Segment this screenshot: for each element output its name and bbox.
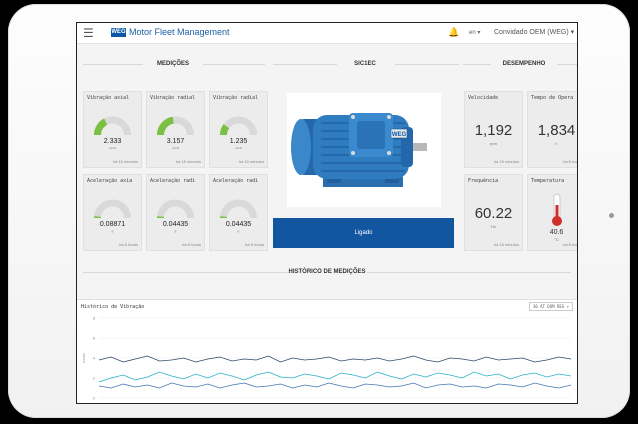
gauge-icon [220, 116, 257, 136]
chart-series-line [98, 371, 572, 383]
performance-unit: rpm [490, 141, 497, 146]
electric-motor-icon: WEG [291, 113, 427, 187]
gauge-card[interactable]: Vibração axial 2.333 mm/s há 15 minutos [83, 91, 142, 168]
gauge-title: Vibração radial [213, 95, 259, 101]
performance-title: Velocidade [468, 95, 499, 101]
thermometer-icon [552, 193, 562, 226]
performance-value: 40.6 [549, 229, 564, 236]
gauge-card[interactable]: Vibração radial 1.235 mm/s há 15 minutos [209, 91, 268, 168]
language-select[interactable]: en ▾ [469, 29, 480, 36]
gauge-card[interactable]: Aceleração radi 0.04435 g há 8 horas [146, 174, 205, 251]
gauge-unit: mm/s [171, 146, 180, 150]
performance-unit: h [555, 141, 558, 146]
divider [395, 64, 459, 65]
gauge-card[interactable]: Aceleração axia 0.08871 g há 8 horas [83, 174, 142, 251]
chart-series-line [98, 355, 572, 363]
gauge-timestamp: há 8 horas [245, 242, 264, 247]
chart-y-tick: 8 [93, 316, 96, 321]
menu-icon[interactable]: ☰ [83, 27, 94, 39]
performance-value: 60.22 [474, 205, 513, 222]
gauge-title: Aceleração radi [150, 178, 196, 184]
language-label: en [469, 30, 476, 36]
divider [557, 64, 577, 65]
performance-unit: Hz [491, 224, 496, 229]
performance-title: Tempo de Opera [531, 95, 574, 101]
performance-timestamp: há 15 minutos [493, 242, 519, 247]
gauge-title: Aceleração radi [213, 178, 259, 184]
performance-timestamp: há 8 horas [563, 242, 577, 247]
app-screen: ☰ WEG Motor Fleet Management 🔔 en ▾ Conv… [76, 22, 578, 404]
performance-timestamp: há 15 minutos [493, 159, 519, 164]
gauge-value: 0.04435 [162, 221, 189, 228]
section-measurements: MEDIÇÕES [156, 61, 189, 67]
gauge-title: Aceleração axia [87, 178, 133, 184]
gauge-unit: mm/s [108, 146, 117, 150]
gauge-value: 0.04435 [225, 221, 252, 228]
gauge-unit: g [174, 229, 177, 233]
history-line-chart[interactable]: 8 6 4 2 0 mm/s [77, 300, 577, 404]
gauge-unit: g [111, 229, 114, 233]
chart-y-label: mm/s [81, 353, 86, 363]
performance-timestamp: há 8 horas [563, 159, 577, 164]
chart-y-tick: 2 [93, 376, 96, 381]
performance-card[interactable]: Tempo de Opera 1,834 h há 8 horas [527, 91, 577, 168]
chart-y-tick: 4 [93, 356, 96, 361]
gauge-timestamp: há 15 minutos [238, 159, 264, 164]
gauge-icon [94, 116, 131, 136]
divider [83, 64, 143, 65]
gauge-value: 3.157 [166, 138, 185, 145]
performance-card[interactable]: Temperatura40.6°Chá 8 horas [527, 174, 577, 251]
motor-status-button[interactable]: Ligado [273, 218, 454, 248]
performance-value: 1,834 [537, 122, 576, 139]
motor-brand-text: WEG [392, 132, 407, 138]
gauge-timestamp: há 15 minutos [175, 159, 201, 164]
gauge-card[interactable]: Aceleração radi 0.04435 g há 8 horas [209, 174, 268, 251]
gauge-title: Vibração radial [150, 95, 196, 101]
gauge-icon [157, 199, 194, 219]
section-motor-name: SIC1EC [354, 61, 376, 67]
performance-title: Temperatura [531, 178, 565, 184]
gauge-unit: mm/s [234, 146, 243, 150]
gauge-icon [94, 199, 131, 219]
gauge-icon [157, 116, 194, 136]
tablet-home-button[interactable] [609, 213, 614, 218]
motor-image: WEG [287, 93, 441, 207]
app-title: Motor Fleet Management [129, 27, 230, 37]
gauge-card[interactable]: Vibração radial 3.157 mm/s há 15 minutos [146, 91, 205, 168]
gauge-value: 1.235 [229, 138, 248, 145]
performance-card[interactable]: Velocidade 1,192 rpm há 15 minutos [464, 91, 523, 168]
user-menu[interactable]: Convidado OEM (WEG) ▾ [494, 28, 574, 36]
performance-card[interactable]: Frequência 60.22 Hz há 15 minutos [464, 174, 523, 251]
gauge-value: 0.08871 [99, 221, 126, 228]
performance-title: Frequência [468, 178, 499, 184]
gauge-icon [220, 199, 257, 219]
gauge-timestamp: há 15 minutos [112, 159, 138, 164]
performance-value: 1,192 [474, 122, 513, 139]
chart-series-line [98, 382, 572, 389]
gauge-timestamp: há 8 horas [119, 242, 138, 247]
history-chart-panel: Histórico de Vibração 30 AT DOM REG ▾ 86… [77, 299, 577, 404]
gauge-value: 2.333 [103, 138, 122, 145]
user-name: Convidado OEM (WEG) [494, 29, 569, 36]
gauge-title: Vibração axial [87, 95, 130, 101]
chart-y-tick: 0 [93, 396, 96, 401]
chart-y-tick: 6 [93, 336, 96, 341]
section-performance: DESEMPENHO [502, 61, 546, 67]
divider [367, 272, 571, 273]
notification-bell-icon[interactable]: 🔔 [448, 27, 459, 38]
gauge-unit: g [237, 229, 240, 233]
divider [273, 64, 337, 65]
gauge-timestamp: há 8 horas [182, 242, 201, 247]
weg-logo: WEG [111, 28, 126, 37]
divider [463, 64, 491, 65]
divider [203, 64, 265, 65]
top-bar: ☰ WEG Motor Fleet Management 🔔 en ▾ Conv… [77, 23, 577, 44]
